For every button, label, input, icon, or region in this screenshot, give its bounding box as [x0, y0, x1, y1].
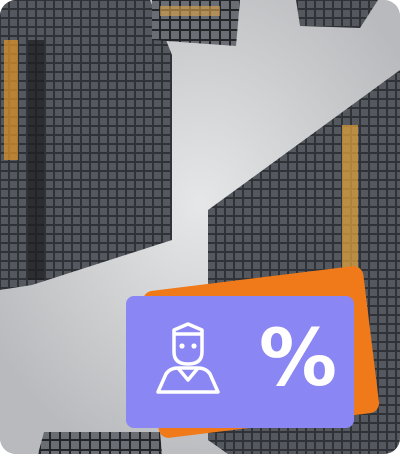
right-tower-lit-windows [342, 125, 358, 285]
percent-symbol: % [258, 314, 338, 404]
badge-front-card: % [126, 296, 354, 428]
left-tower-lit-windows [4, 40, 18, 160]
top-tower-lit-windows [160, 6, 220, 16]
left-tower-column [28, 40, 44, 280]
left-tower [0, 0, 172, 290]
user-icon [156, 322, 220, 394]
bottom-tower [38, 432, 162, 454]
